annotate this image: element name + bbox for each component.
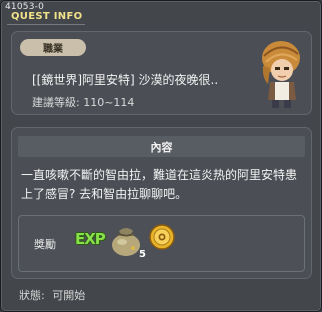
reward-box: 獎勵 EXP 5 (18, 215, 305, 272)
item-bag-icon[interactable] (109, 221, 143, 257)
content-header: 內容 (18, 136, 305, 157)
recommended-level: 建議等級: 110~114 (32, 96, 135, 109)
quest-info-window: 41053-0 QUEST INFO 職業 [[鏡世界]阿里安特] 沙漠的夜晚很… (0, 0, 322, 312)
quest-summary-panel: 職業 [[鏡世界]阿里安特] 沙漠的夜晚很.. 建議等級: 110~114 (11, 31, 312, 115)
reward-label: 獎勵 (34, 238, 56, 251)
coin-item-icon[interactable] (149, 223, 175, 251)
quest-name: [[鏡世界]阿里安特] 沙漠的夜晚很.. (32, 73, 219, 87)
quest-content-panel: 內容 一直咳嗽不斷的智由拉，難道在這炎热的阿里安特患上了感冒? 去和智由拉聊聊吧… (11, 127, 312, 279)
item-count: 5 (139, 249, 146, 260)
quest-description: 一直咳嗽不斷的智由拉，難道在這炎热的阿里安特患上了感冒? 去和智由拉聊聊吧。 (21, 168, 298, 201)
quest-status: 狀態: 可開始 (19, 287, 85, 303)
job-tag: 職業 (20, 39, 86, 56)
status-value: 可開始 (52, 289, 86, 302)
exp-reward-icon: EXP (75, 230, 106, 248)
title-divider (7, 24, 85, 25)
status-label: 狀態: (19, 289, 45, 302)
npc-portrait-icon (262, 41, 300, 108)
window-title: QUEST INFO (11, 11, 83, 22)
